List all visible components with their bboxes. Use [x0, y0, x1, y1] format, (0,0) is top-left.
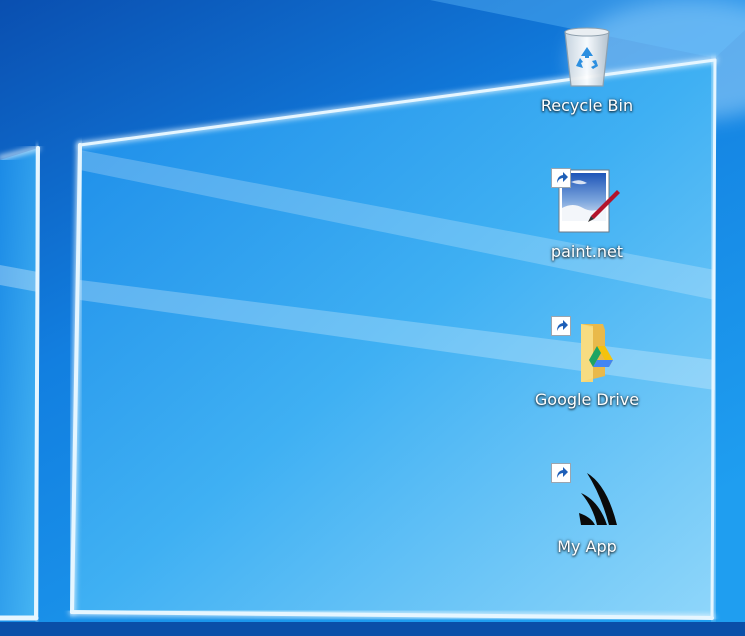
google-drive-label: Google Drive — [534, 390, 640, 409]
google-drive-desktop-icon[interactable]: Google Drive — [532, 316, 642, 424]
paint-net-desktop-icon[interactable]: paint.net — [532, 168, 642, 276]
my-app-label: My App — [557, 537, 617, 556]
shortcut-arrow-icon — [551, 463, 571, 483]
shortcut-arrow-icon — [551, 316, 571, 336]
recycle-bin-icon — [551, 22, 623, 94]
paint-net-icon — [551, 168, 623, 240]
my-app-desktop-icon[interactable]: My App — [532, 463, 642, 571]
desktop: Recycle Bin paint.net Google Drive My Ap… — [0, 0, 745, 636]
shark-fin-icon — [551, 463, 623, 535]
paint-net-label: paint.net — [550, 242, 624, 261]
recycle-bin-desktop-icon[interactable]: Recycle Bin — [532, 22, 642, 130]
shortcut-arrow-icon — [551, 168, 571, 188]
recycle-bin-label: Recycle Bin — [540, 96, 634, 115]
google-drive-folder-icon — [551, 316, 623, 388]
